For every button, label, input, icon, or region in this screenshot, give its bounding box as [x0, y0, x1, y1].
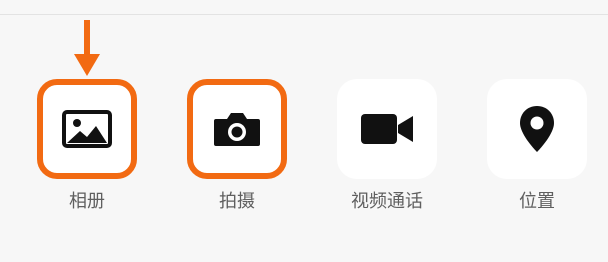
- video-call-button[interactable]: [337, 79, 437, 179]
- camera-icon: [212, 111, 262, 147]
- video-call-label: 视频通话: [351, 191, 423, 212]
- camera-label: 拍摄: [219, 191, 255, 212]
- location-button[interactable]: [487, 79, 587, 179]
- location-label: 位置: [519, 191, 555, 212]
- top-divider: [0, 14, 608, 15]
- camera-button[interactable]: [187, 79, 287, 179]
- album-label: 相册: [69, 191, 105, 212]
- location-pin-icon: [519, 105, 555, 153]
- down-arrow-icon: [74, 20, 100, 76]
- album-button[interactable]: [37, 79, 137, 179]
- video-camera-icon: [360, 112, 414, 146]
- image-icon: [62, 110, 112, 148]
